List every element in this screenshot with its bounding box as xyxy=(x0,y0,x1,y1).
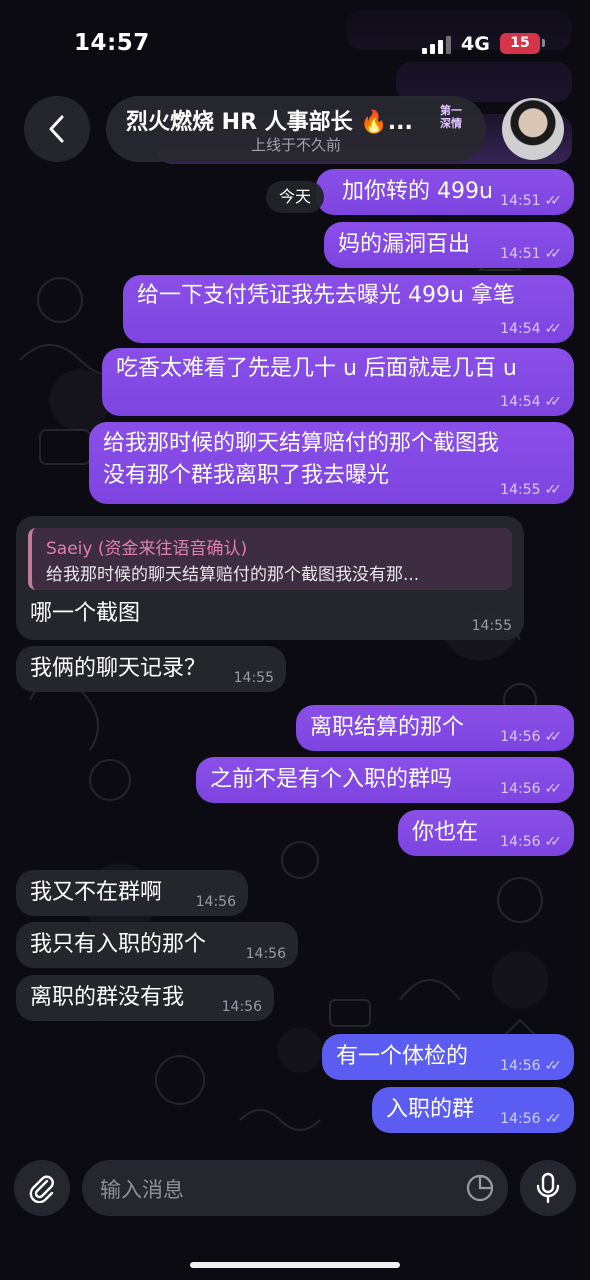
message-bubble-out[interactable]: 入职的群 14:56 ✓✓ xyxy=(372,1087,574,1133)
battery-icon: 15 xyxy=(500,33,540,54)
message-bubble-out[interactable]: 有一个体检的 14:56 ✓✓ xyxy=(322,1034,574,1080)
reply-author: Saeiy (资金来往语音确认) xyxy=(46,539,248,559)
message-meta: 14:54 ✓✓ xyxy=(500,394,562,410)
message-meta: 14:54 ✓✓ xyxy=(500,321,562,337)
message-meta: 14:56 ✓✓ xyxy=(500,781,562,797)
message-meta: 14:55 ✓✓ xyxy=(500,482,562,498)
message-time: 14:56 xyxy=(500,1111,541,1127)
message-bubble-out[interactable]: 之前不是有个入职的群吗 14:56 ✓✓ xyxy=(196,757,574,803)
message-meta: 14:56 ✓✓ xyxy=(500,834,562,850)
read-check-icon: ✓✓ xyxy=(544,193,563,209)
message-bubble-in[interactable]: 我只有入职的那个 14:56 xyxy=(16,922,298,968)
read-check-icon: ✓✓ xyxy=(544,1058,563,1074)
message-meta: 14:55 xyxy=(234,670,274,686)
reply-text: 给我那时候的聊天结算赔付的那个截图我没有那... xyxy=(46,565,420,585)
message-meta: 14:56 xyxy=(246,946,286,962)
home-indicator[interactable] xyxy=(190,1262,400,1268)
message-text-line-1: 给我那时候的聊天结算赔付的那个截图我 xyxy=(103,431,500,456)
message-time: 14:55 xyxy=(471,618,512,634)
chat-title: 烈火燃烧 HR 人事部长 🔥... xyxy=(126,110,413,135)
message-bubble-out[interactable]: 给一下支付凭证我先去曝光 499u 拿笔 14:54 ✓✓ xyxy=(123,275,574,343)
microphone-button[interactable] xyxy=(520,1160,576,1216)
microphone-icon xyxy=(536,1172,560,1204)
attach-button[interactable] xyxy=(14,1160,70,1216)
message-time: 14:51 xyxy=(500,246,541,262)
message-meta: 14:56 xyxy=(196,894,236,910)
date-separator: 今天 xyxy=(266,181,324,213)
read-check-icon: ✓✓ xyxy=(544,394,563,410)
message-time: 14:56 xyxy=(500,729,541,745)
message-bubble-out[interactable]: 给我那时候的聊天结算赔付的那个截图我 没有那个群我离职了我去曝光 14:55 ✓✓ xyxy=(89,422,574,504)
message-time: 14:56 xyxy=(500,1058,541,1074)
message-bubble-in[interactable]: 离职的群没有我 14:56 xyxy=(16,975,274,1021)
message-input-placeholder: 输入消息 xyxy=(100,1178,184,1202)
read-check-icon: ✓✓ xyxy=(544,321,563,337)
message-text: 给一下支付凭证我先去曝光 499u 拿笔 xyxy=(137,283,515,308)
message-time: 14:55 xyxy=(233,670,274,686)
message-time: 14:56 xyxy=(500,834,541,850)
read-check-icon: ✓✓ xyxy=(544,729,563,745)
paperclip-icon xyxy=(29,1175,54,1203)
message-bubble-out[interactable]: 加你转的 499u 14:51 ✓✓ xyxy=(316,169,574,215)
message-bubble-out[interactable]: 离职结算的那个 14:56 ✓✓ xyxy=(296,705,574,751)
battery-tip xyxy=(542,39,545,47)
status-time: 14:57 xyxy=(74,30,150,56)
chat-header[interactable]: 烈火燃烧 HR 人事部长 🔥... 第一深情 上线于不久前 xyxy=(106,96,486,162)
message-input[interactable]: 输入消息 xyxy=(82,1160,508,1216)
message-meta: 14:56 ✓✓ xyxy=(500,1058,562,1074)
message-time: 14:51 xyxy=(500,193,541,209)
read-check-icon: ✓✓ xyxy=(544,482,563,498)
message-time: 14:56 xyxy=(195,894,236,910)
read-check-icon: ✓✓ xyxy=(544,834,563,850)
signal-icon xyxy=(422,36,452,54)
read-check-icon: ✓✓ xyxy=(544,781,563,797)
title-badge: 第一深情 xyxy=(440,104,462,130)
chat-last-seen: 上线于不久前 xyxy=(250,136,341,154)
chevron-left-icon xyxy=(49,115,64,143)
message-bubble-out[interactable]: 妈的漏洞百出 14:51 ✓✓ xyxy=(324,222,574,268)
message-text-line-2: 没有那个群我离职了我去曝光 xyxy=(103,463,390,488)
reply-quote[interactable]: Saeiy (资金来往语音确认) 给我那时候的聊天结算赔付的那个截图我没有那..… xyxy=(28,528,512,590)
message-time: 14:56 xyxy=(245,946,286,962)
message-time: 14:54 xyxy=(500,394,541,410)
message-time: 14:56 xyxy=(221,999,262,1015)
message-meta: 14:51 ✓✓ xyxy=(500,246,562,262)
message-meta: 14:51 ✓✓ xyxy=(500,193,562,209)
status-bar: 14:57 4G 15 xyxy=(0,0,590,88)
message-time: 14:54 xyxy=(500,321,541,337)
message-time: 14:55 xyxy=(500,482,541,498)
message-time: 14:56 xyxy=(500,781,541,797)
message-text: 哪一个截图 xyxy=(30,601,141,626)
message-text: 吃香太难看了先是几十 u 后面就是几百 u xyxy=(116,356,517,381)
avatar[interactable] xyxy=(502,98,564,160)
message-meta: 14:56 ✓✓ xyxy=(500,1111,562,1127)
back-button[interactable] xyxy=(24,96,90,162)
network-type: 4G xyxy=(461,33,490,55)
read-check-icon: ✓✓ xyxy=(544,246,563,262)
message-meta: 14:55 xyxy=(472,618,512,634)
message-meta: 14:56 ✓✓ xyxy=(500,729,562,745)
sticker-icon[interactable] xyxy=(466,1174,494,1202)
message-bubble-out[interactable]: 吃香太难看了先是几十 u 后面就是几百 u 14:54 ✓✓ xyxy=(102,348,574,416)
message-meta: 14:56 xyxy=(222,999,262,1015)
message-bubble-in[interactable]: 我俩的聊天记录？ 14:55 xyxy=(16,646,286,692)
read-check-icon: ✓✓ xyxy=(544,1111,563,1127)
message-bubble-out[interactable]: 你也在 14:56 ✓✓ xyxy=(398,810,574,856)
message-bubble-in[interactable]: 我又不在群啊 14:56 xyxy=(16,870,248,916)
